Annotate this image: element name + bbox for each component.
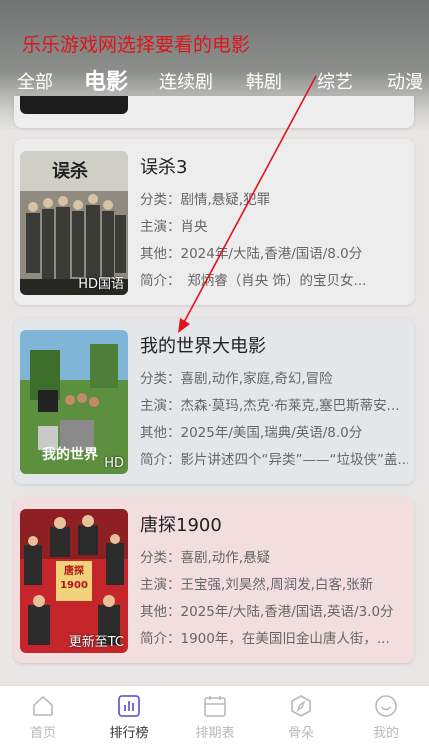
movie-title[interactable]: 唐探1900 (140, 511, 222, 537)
nav-profile[interactable]: 我的 (343, 686, 429, 745)
movie-other: 其他：2024年/大陆,香港/国语/8.0分 (140, 246, 363, 262)
nav-gudo-label: 骨朵 (287, 726, 314, 741)
tab-variety[interactable]: 综艺 (317, 68, 353, 94)
tab-anime[interactable]: 动漫 (387, 68, 423, 94)
update-badge: 更新至TC (68, 635, 124, 650)
movie-poster: 误杀 HD国语 (20, 151, 128, 295)
movie-summary: 简介： 郑炳睿（肖央 饰）的宝贝女... (140, 273, 367, 289)
poster-title-text: 我的世界 (42, 447, 98, 463)
movie-cast: 主演：肖央 (140, 219, 208, 235)
previous-movie-poster (20, 96, 128, 114)
nav-schedule[interactable]: 排期表 (172, 686, 258, 745)
quality-badge: HD (104, 456, 124, 471)
movie-summary: 简介：1900年，在美国旧金山唐人街，... (140, 631, 390, 647)
nav-ranking-label: 排行榜 (109, 726, 149, 741)
nav-home[interactable]: 首页 (0, 686, 86, 745)
compass-icon (291, 695, 311, 717)
movie-genre: 分类：喜剧,动作,悬疑 (140, 550, 271, 566)
poster-title-text: 误杀 (52, 161, 88, 182)
movie-summary: 简介：影片讲述四个“异类”——“垃圾侠”盖... (140, 452, 408, 468)
nav-gudo[interactable]: 骨朵 (258, 686, 344, 745)
nav-profile-label: 我的 (372, 726, 399, 741)
calendar-icon (204, 696, 226, 717)
movie-other: 其他：2025年/美国,瑞典/英语/8.0分 (140, 425, 363, 441)
tab-all[interactable]: 全部 (17, 68, 53, 94)
bottom-nav: 首页 排行榜 排期表 骨朵 我的 (0, 685, 429, 745)
movie-cast: 主演：杰森·莫玛,杰克·布莱克,塞巴斯蒂安... (140, 398, 400, 414)
quality-badge: HD国语 (78, 277, 124, 292)
home-icon (33, 696, 53, 716)
movie-card[interactable]: 误杀 HD国语 误杀3 分类：剧情,悬疑,犯罪 主演：肖央 其他：2024年/大… (14, 139, 414, 305)
smile-icon (375, 695, 397, 717)
movie-card[interactable]: 唐探1900 更新至TC 唐探1900 分类：喜剧,动作,悬疑 主演：王宝强,刘… (14, 497, 414, 663)
tab-movie[interactable]: 电影 (84, 64, 128, 96)
nav-home-label: 首页 (29, 726, 56, 741)
tab-series[interactable]: 连续剧 (159, 68, 213, 94)
movie-card[interactable]: 我的世界 HD 我的世界大电影 分类：喜剧,动作,家庭,奇幻,冒险 主演：杰森·… (14, 318, 414, 484)
movie-cast: 主演：王宝强,刘昊然,周润发,白客,张新 (140, 577, 374, 593)
nav-schedule-label: 排期表 (195, 726, 235, 741)
movie-other: 其他：2025年/大陆,香港/国语,英语/3.0分 (140, 604, 394, 620)
poster-title-text: 唐探1900 (60, 566, 88, 591)
movie-genre: 分类：剧情,悬疑,犯罪 (140, 192, 271, 208)
movie-title[interactable]: 误杀3 (140, 153, 187, 179)
tab-kdrama[interactable]: 韩剧 (246, 68, 282, 94)
movie-title[interactable]: 我的世界大电影 (140, 332, 266, 358)
nav-ranking[interactable]: 排行榜 (86, 686, 172, 745)
annotation-title: 乐乐游戏网选择要看的电影 (22, 34, 251, 56)
movie-poster: 唐探1900 更新至TC (20, 509, 128, 653)
chart-icon (118, 695, 140, 717)
movie-poster: 我的世界 HD (20, 330, 128, 474)
movie-genre: 分类：喜剧,动作,家庭,奇幻,冒险 (140, 371, 333, 387)
